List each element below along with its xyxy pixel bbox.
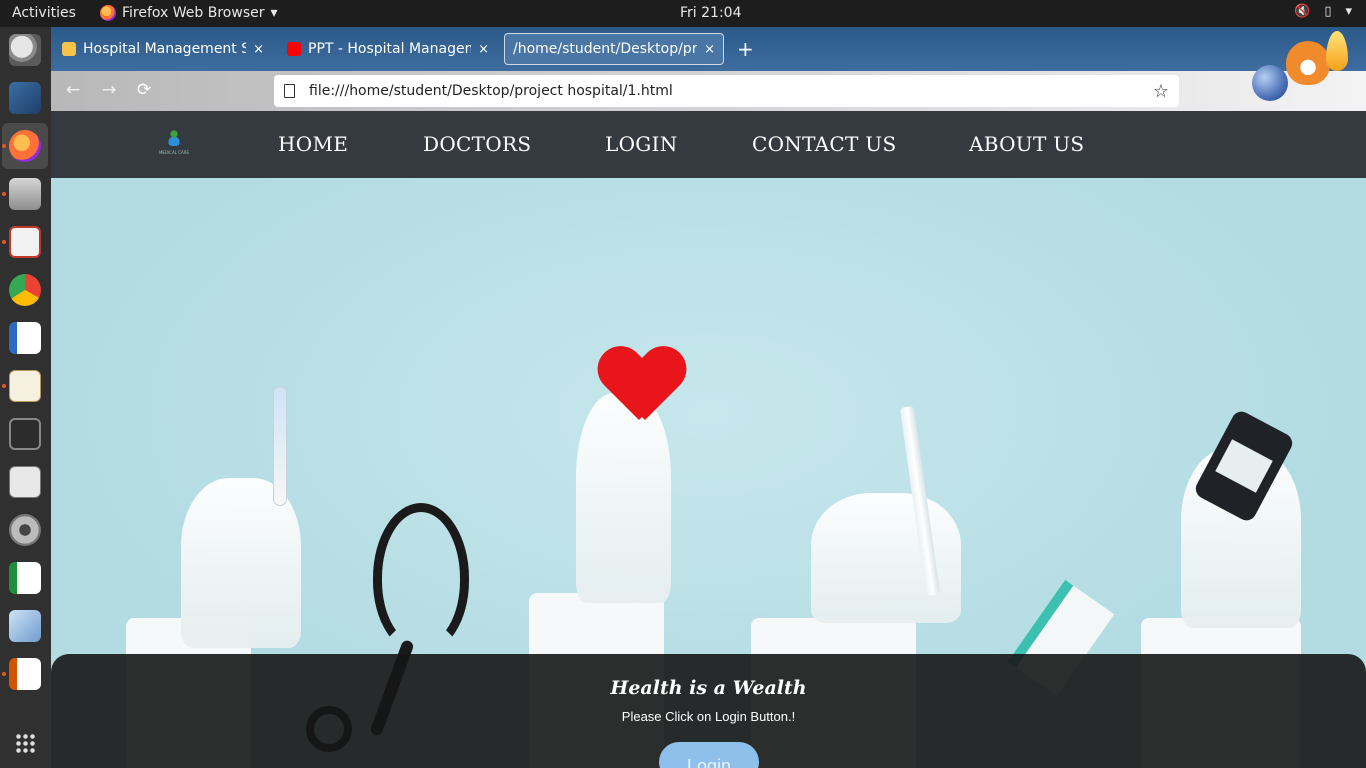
firefox-mini-icon (100, 5, 116, 21)
page-icon (284, 84, 295, 98)
tab-local-file[interactable]: /home/student/Desktop/pro × (504, 33, 724, 65)
tab-title: PPT - Hospital Manageme (308, 41, 472, 57)
nav-about-us[interactable]: ABOUT US (969, 132, 1084, 156)
gloved-hand (811, 493, 961, 623)
close-icon[interactable]: × (478, 42, 489, 57)
login-button[interactable]: Login (659, 742, 759, 768)
chrome-icon[interactable] (9, 274, 41, 306)
clock[interactable]: Fri 21:04 (680, 5, 741, 21)
firefox-icon[interactable] (9, 130, 41, 162)
nav-login[interactable]: LOGIN (605, 132, 678, 156)
tab-title: /home/student/Desktop/pro (513, 41, 698, 57)
tab-strip: Hospital Management Sy × PPT - Hospital … (51, 27, 1366, 71)
nav-doctors[interactable]: DOCTORS (423, 132, 531, 156)
close-icon[interactable]: × (253, 42, 264, 57)
hero-caption: Health is a Wealth Please Click on Login… (51, 654, 1366, 768)
pdf-viewer-icon[interactable] (9, 226, 41, 258)
magnifier-icon[interactable] (9, 34, 41, 66)
system-top-bar: Activities Firefox Web Browser ▾ Fri 21:… (0, 0, 1366, 27)
tab-hospital-management[interactable]: Hospital Management Sy × (54, 33, 272, 65)
settings-tools-icon[interactable] (9, 514, 41, 546)
writer-icon[interactable] (9, 322, 41, 354)
heart-icon (599, 348, 679, 428)
texmaker-icon[interactable] (9, 466, 41, 498)
flame-icon (1326, 31, 1348, 71)
logo-caption: MEDICAL CARE (158, 150, 190, 155)
impress-icon[interactable] (9, 658, 41, 690)
forward-button[interactable]: → (102, 80, 116, 100)
theme-artwork (1252, 31, 1348, 111)
running-indicator (2, 384, 6, 388)
files-icon[interactable] (9, 178, 41, 210)
running-indicator (2, 192, 6, 196)
volume-muted-icon: 🔇 (1294, 4, 1311, 19)
navigation-toolbar: ← → ⟳ file:///home/student/Desktop/proje… (51, 71, 1366, 111)
chevron-down-icon: ▾ (270, 5, 278, 21)
firefox-window: Hospital Management Sy × PPT - Hospital … (51, 27, 1366, 768)
youtube-icon (287, 42, 301, 56)
reload-button[interactable]: ⟳ (137, 80, 151, 100)
address-bar[interactable]: file:///home/student/Desktop/project hos… (274, 75, 1179, 107)
app-menu-label: Firefox Web Browser (122, 5, 265, 21)
battery-icon: ▯ (1324, 4, 1332, 19)
chevron-down-icon: ▾ (1345, 4, 1352, 19)
text-editor-icon[interactable] (9, 370, 41, 402)
site-navbar: MEDICAL CARE HOME DOCTORS LOGIN CONTACT … (51, 111, 1366, 178)
nav-home[interactable]: HOME (278, 132, 348, 156)
globe-icon (1252, 65, 1288, 101)
stethoscope-icon (373, 503, 469, 653)
new-tab-button[interactable]: + (737, 37, 754, 61)
medical-logo-icon (167, 130, 181, 146)
dock (0, 27, 51, 768)
fox-icon (1286, 41, 1330, 85)
url-text[interactable]: file:///home/student/Desktop/project hos… (309, 83, 1139, 99)
virtualbox-icon[interactable] (9, 610, 41, 642)
tab-title: Hospital Management Sy (83, 41, 247, 57)
calc-icon[interactable] (9, 562, 41, 594)
hero-image: Health is a Wealth Please Click on Login… (51, 178, 1366, 768)
nav-contact-us[interactable]: CONTACT US (752, 132, 896, 156)
caption-text: Please Click on Login Button.! (621, 709, 796, 724)
app-grid-icon[interactable] (15, 733, 35, 753)
bottle-label (1215, 439, 1273, 493)
activities-button[interactable]: Activities (12, 5, 76, 21)
caption-title: Health is a Wealth (610, 677, 807, 699)
vpn-dolphin-icon[interactable] (9, 82, 41, 114)
running-indicator (2, 144, 6, 148)
running-indicator (2, 240, 6, 244)
app-menu[interactable]: Firefox Web Browser ▾ (100, 5, 278, 21)
tab-ppt-hospital[interactable]: PPT - Hospital Manageme × (279, 33, 497, 65)
system-tray[interactable]: 🔇 ▯ ▾ (1294, 4, 1352, 19)
page-favicon-icon (62, 42, 76, 56)
bookmark-star-icon[interactable]: ☆ (1153, 81, 1169, 102)
thermometer-icon (273, 386, 287, 506)
running-indicator (2, 672, 6, 676)
back-button[interactable]: ← (66, 80, 80, 100)
terminal-icon[interactable] (9, 418, 41, 450)
close-icon[interactable]: × (704, 42, 715, 57)
site-logo[interactable]: MEDICAL CARE (158, 130, 190, 160)
web-page: MEDICAL CARE HOME DOCTORS LOGIN CONTACT … (51, 111, 1366, 768)
